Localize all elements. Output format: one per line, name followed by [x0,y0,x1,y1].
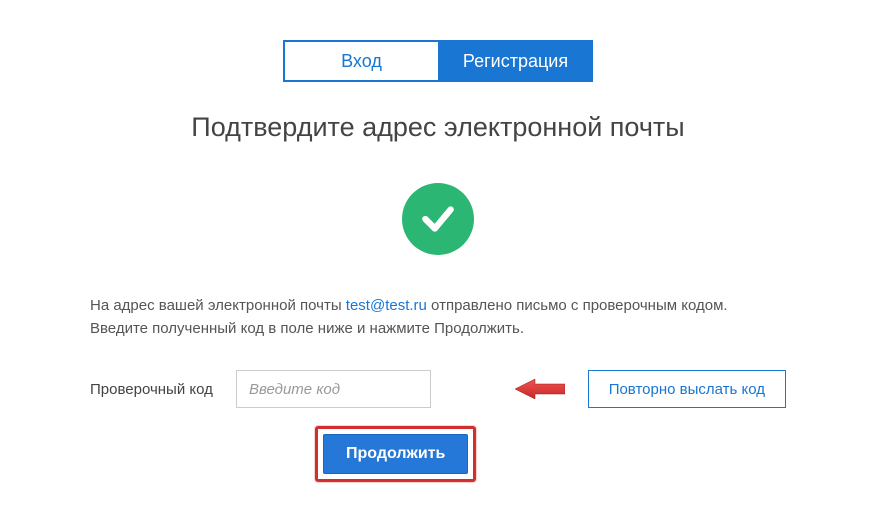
auth-tabs: Вход Регистрация [90,40,786,82]
tab-login[interactable]: Вход [283,40,438,82]
continue-row: Продолжить [90,426,786,482]
resend-code-button[interactable]: Повторно выслать код [588,370,786,408]
continue-highlight-box: Продолжить [315,426,476,482]
success-icon-wrap [90,183,786,255]
success-check-icon [402,183,474,255]
continue-button[interactable]: Продолжить [323,434,468,474]
message-part1: На адрес вашей электронной почты [90,297,346,314]
code-form-row: Проверочный код Повторно выслать код [90,370,786,408]
page-title: Подтвердите адрес электронной почты [90,112,786,143]
code-label: Проверочный код [90,381,218,398]
tab-register[interactable]: Регистрация [438,40,593,82]
confirmation-message: На адрес вашей электронной почты test@te… [90,295,786,340]
arrow-annotation-icon [515,378,565,405]
code-input[interactable] [236,370,431,408]
message-email: test@test.ru [346,297,427,314]
